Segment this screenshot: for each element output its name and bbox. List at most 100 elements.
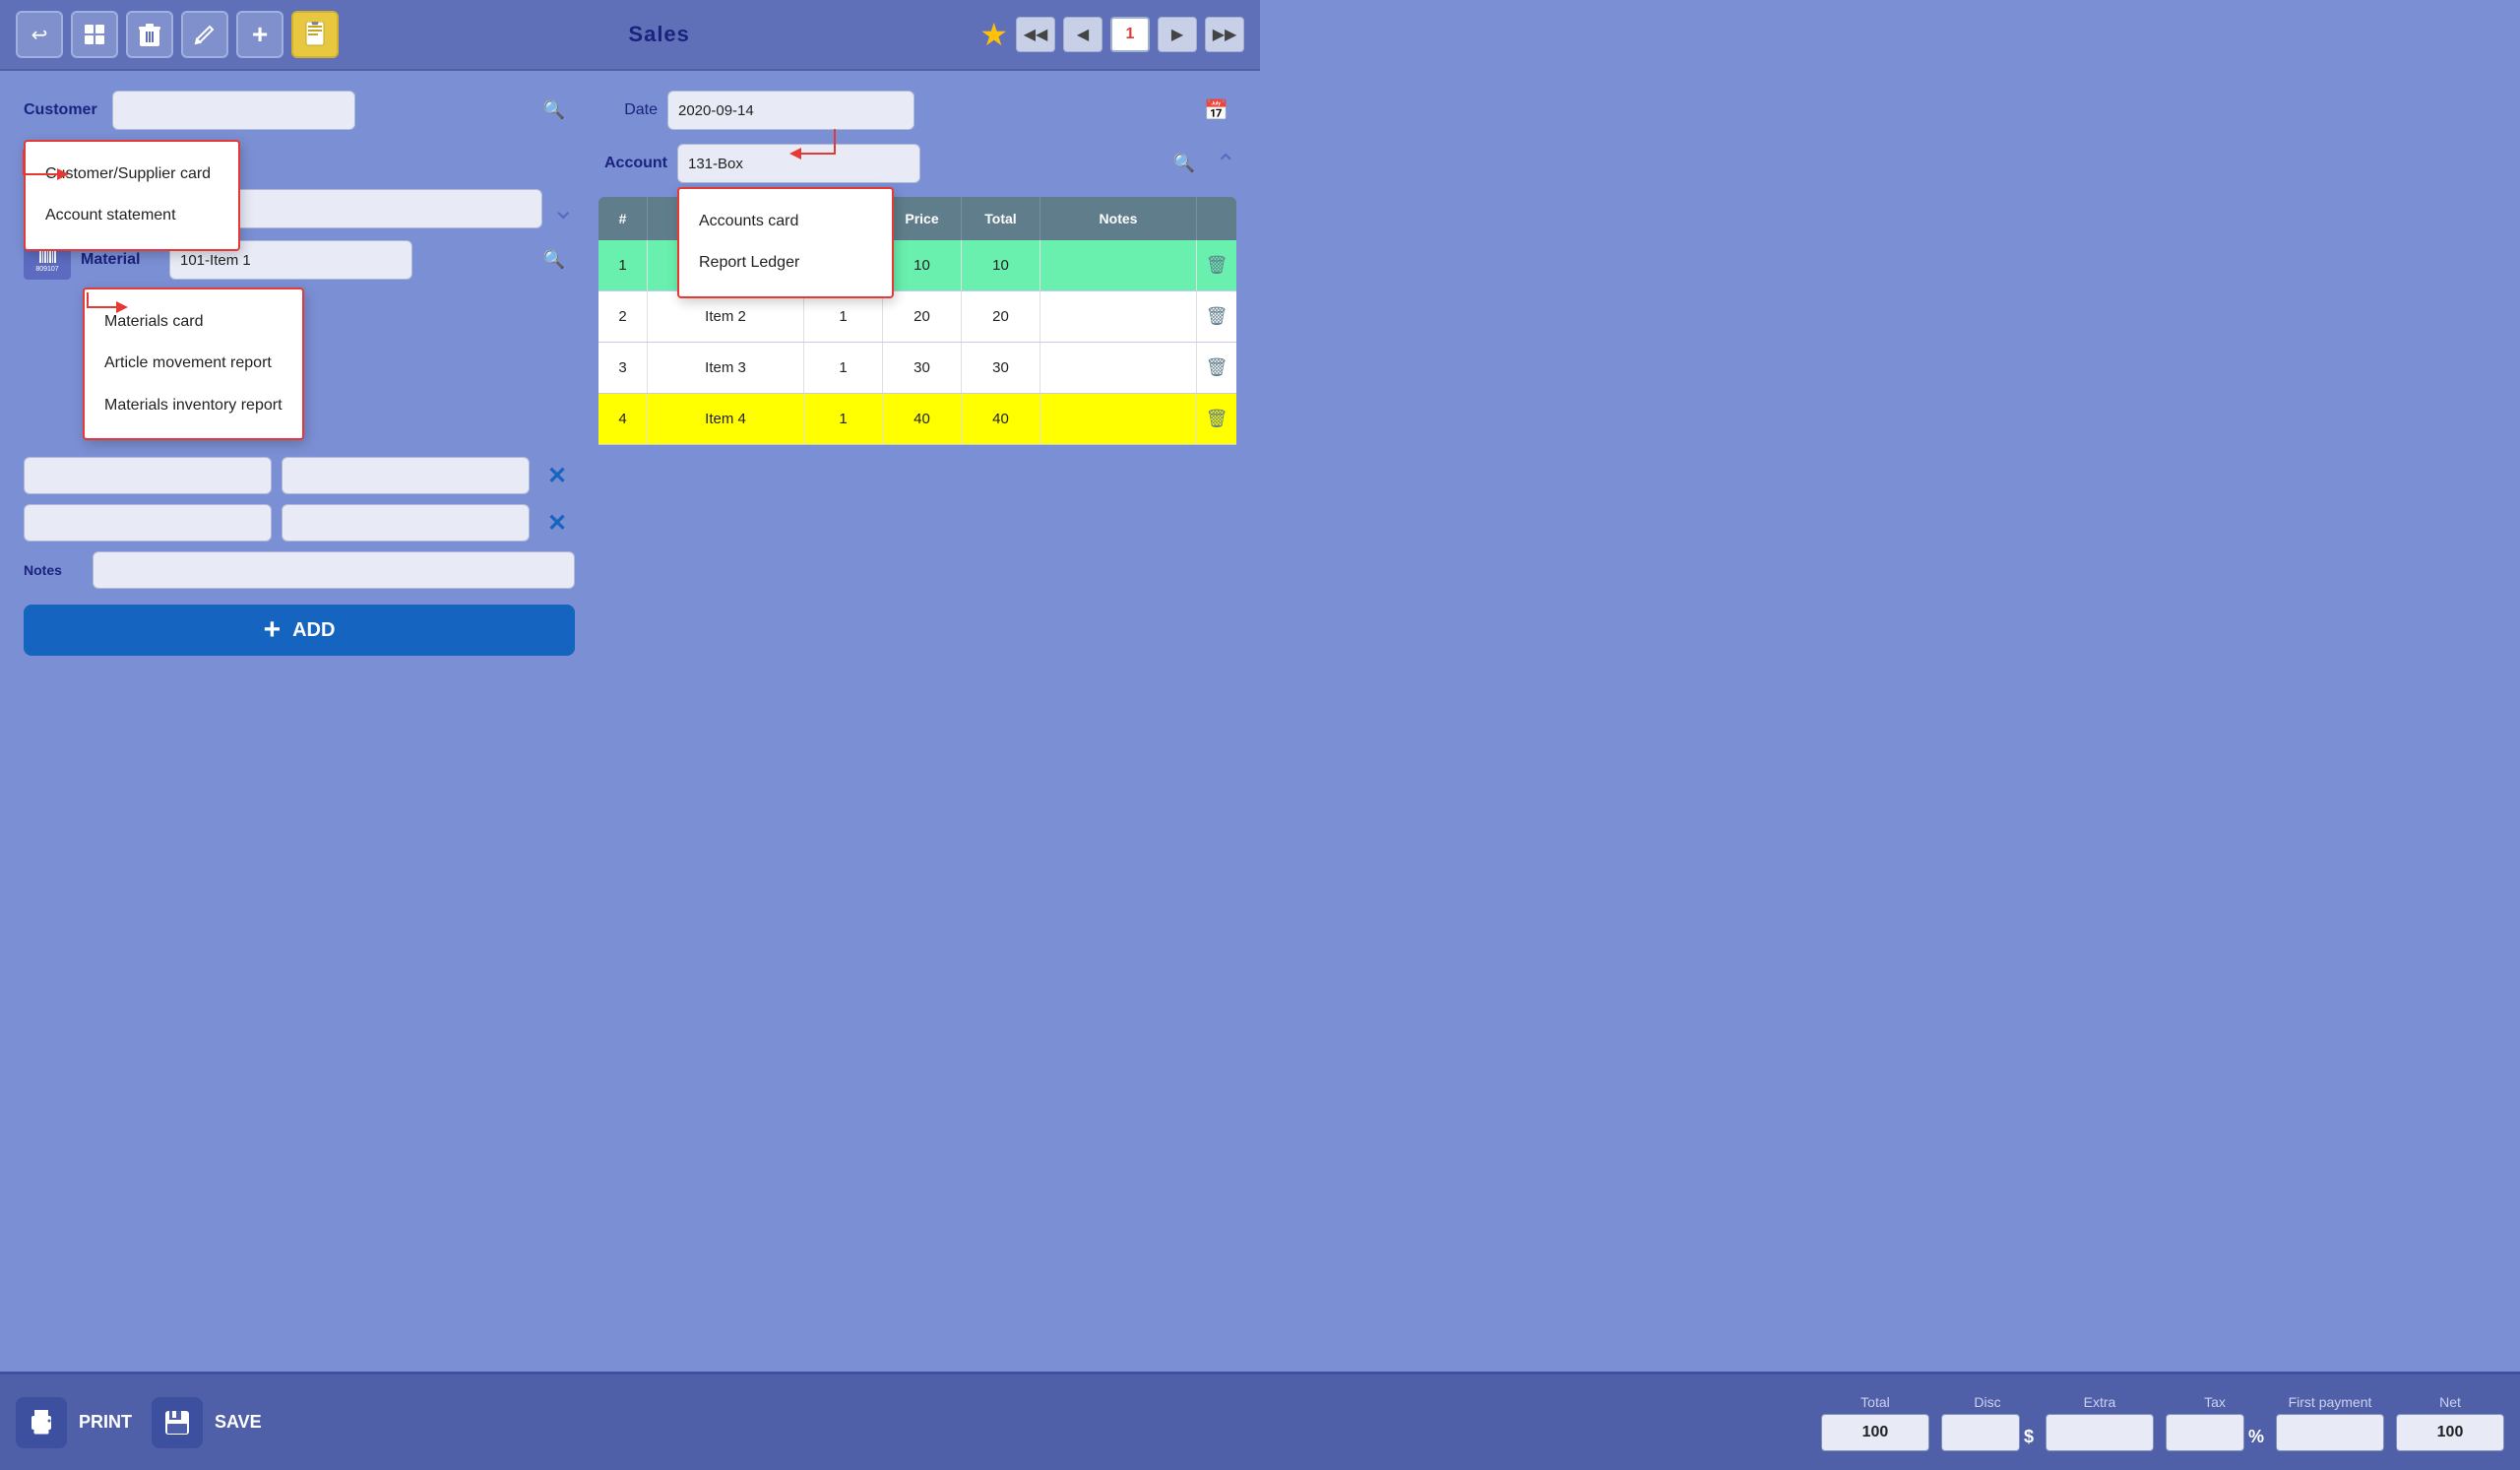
th-notes: Notes xyxy=(1040,197,1197,240)
th-action xyxy=(1197,197,1236,240)
row-delete[interactable]: 🗑 xyxy=(1197,343,1236,393)
account-chevron-up[interactable]: ⌃ xyxy=(1215,149,1236,179)
account-arrow xyxy=(776,124,854,163)
row-notes xyxy=(1040,394,1197,444)
notes-button[interactable] xyxy=(291,11,339,58)
tax-label: Tax xyxy=(2204,1394,2226,1410)
page-number: 1 xyxy=(1110,17,1150,52)
disc-suffix: $ xyxy=(2024,1427,2034,1447)
print-button[interactable]: PRINT xyxy=(79,1412,132,1433)
detail-qty-2[interactable] xyxy=(24,504,272,542)
th-price: Price xyxy=(883,197,962,240)
row-num: 1 xyxy=(598,240,648,290)
table-row: 2 Item 2 1 20 20 🗑 xyxy=(598,291,1236,343)
material-arrow xyxy=(83,288,142,317)
row-notes xyxy=(1040,291,1197,342)
table-row: 4 Item 4 1 40 40 🗑 xyxy=(598,394,1236,445)
customer-input[interactable] xyxy=(112,91,355,130)
save-icon[interactable] xyxy=(152,1397,203,1448)
net-label: Net xyxy=(2439,1394,2461,1410)
account-search-icon[interactable]: 🔍 xyxy=(1173,154,1195,174)
tax-field-group: Tax % xyxy=(2166,1394,2264,1451)
back-button[interactable]: ↩ xyxy=(16,11,63,58)
detail-price-2[interactable] xyxy=(282,504,530,542)
row-material: Item 3 xyxy=(648,343,804,393)
material-dropdown-item-3[interactable]: Materials inventory report xyxy=(100,385,286,426)
row-num: 4 xyxy=(598,394,648,444)
nav-first-button[interactable]: ◀◀ xyxy=(1016,17,1055,52)
disc-label: Disc xyxy=(1974,1394,2000,1410)
edit-button[interactable] xyxy=(181,11,228,58)
row-material: Item 2 xyxy=(648,291,804,342)
customer-arrow xyxy=(14,145,93,184)
disc-input[interactable] xyxy=(1941,1414,2020,1451)
total-input[interactable] xyxy=(1821,1414,1929,1451)
row-total: 30 xyxy=(962,343,1040,393)
detail-row-1: ✕ xyxy=(24,457,575,494)
detail-delete-1[interactable]: ✕ xyxy=(539,458,575,493)
account-dropdown-item-2[interactable]: Report Ledger xyxy=(695,242,876,284)
first-payment-field-group: First payment xyxy=(2276,1394,2384,1451)
delete-row-icon[interactable]: 🗑 xyxy=(1206,409,1228,429)
date-label: Date xyxy=(598,101,658,119)
th-total: Total xyxy=(962,197,1040,240)
extra-field-group: Extra xyxy=(2046,1394,2154,1451)
trash-button[interactable] xyxy=(126,11,173,58)
row-price: 40 xyxy=(883,394,962,444)
detail-price-1[interactable] xyxy=(282,457,530,494)
date-account-area: Date 📅 xyxy=(598,91,1236,130)
bottom-bar: PRINT SAVE Total Disc $ Extra Tax % xyxy=(0,1372,2520,1470)
table-row: 3 Item 3 1 30 30 🗑 xyxy=(598,343,1236,394)
favorite-star[interactable]: ★ xyxy=(979,16,1008,53)
grid-button[interactable] xyxy=(71,11,118,58)
nav-prev-button[interactable]: ◀ xyxy=(1063,17,1102,52)
row-price: 30 xyxy=(883,343,962,393)
material-dropdown-item-2[interactable]: Article movement report xyxy=(100,343,286,384)
detail-row-2: ✕ xyxy=(24,504,575,542)
total-field-group: Total xyxy=(1821,1394,1929,1451)
net-field-group: Net xyxy=(2396,1394,2504,1451)
account-label: Account xyxy=(598,155,667,172)
main-content: Customer 🔍 Customer/Supplier card Accoun… xyxy=(0,71,1260,675)
delete-row-icon[interactable]: 🗑 xyxy=(1206,306,1228,327)
add-record-button[interactable]: + xyxy=(236,11,284,58)
row-total: 10 xyxy=(962,240,1040,290)
customer-chevron-down[interactable]: ⌄ xyxy=(552,193,575,225)
nav-last-button[interactable]: ▶▶ xyxy=(1205,17,1244,52)
calendar-icon[interactable]: 📅 xyxy=(1204,98,1228,123)
row-price: 20 xyxy=(883,291,962,342)
detail-delete-2[interactable]: ✕ xyxy=(539,505,575,541)
notes-label: Notes xyxy=(24,562,83,578)
material-label: Material xyxy=(81,251,159,269)
account-row: Account 🔍 ⌃ Accounts card Report Ledger xyxy=(598,144,1236,183)
extra-input[interactable] xyxy=(2046,1414,2154,1451)
delete-row-icon[interactable]: 🗑 xyxy=(1206,255,1228,276)
row-delete[interactable]: 🗑 xyxy=(1197,291,1236,342)
customer-dropdown-item-2[interactable]: Account statement xyxy=(41,195,222,236)
date-row: Date 📅 xyxy=(598,91,1236,130)
material-search-icon[interactable]: 🔍 xyxy=(543,250,565,271)
save-button[interactable]: SAVE xyxy=(215,1412,262,1433)
notes-row: Notes xyxy=(24,551,575,589)
print-icon[interactable] xyxy=(16,1397,67,1448)
row-delete[interactable]: 🗑 xyxy=(1197,240,1236,290)
tax-suffix: % xyxy=(2248,1427,2264,1447)
row-total: 20 xyxy=(962,291,1040,342)
row-qty: 1 xyxy=(804,394,883,444)
row-delete[interactable]: 🗑 xyxy=(1197,394,1236,444)
customer-search-icon[interactable]: 🔍 xyxy=(543,100,565,121)
account-dropdown-item-1[interactable]: Accounts card xyxy=(695,201,876,242)
row-price: 10 xyxy=(883,240,962,290)
delete-row-icon[interactable]: 🗑 xyxy=(1206,357,1228,378)
detail-qty-1[interactable] xyxy=(24,457,272,494)
notes-input[interactable] xyxy=(93,551,575,589)
page-title: Sales xyxy=(346,22,972,47)
add-button[interactable]: + ADD xyxy=(24,605,575,656)
nav-next-button[interactable]: ▶ xyxy=(1158,17,1197,52)
tax-input[interactable] xyxy=(2166,1414,2244,1451)
th-num: # xyxy=(598,197,648,240)
row-total: 40 xyxy=(962,394,1040,444)
row-num: 2 xyxy=(598,291,648,342)
net-input[interactable] xyxy=(2396,1414,2504,1451)
first-payment-input[interactable] xyxy=(2276,1414,2384,1451)
